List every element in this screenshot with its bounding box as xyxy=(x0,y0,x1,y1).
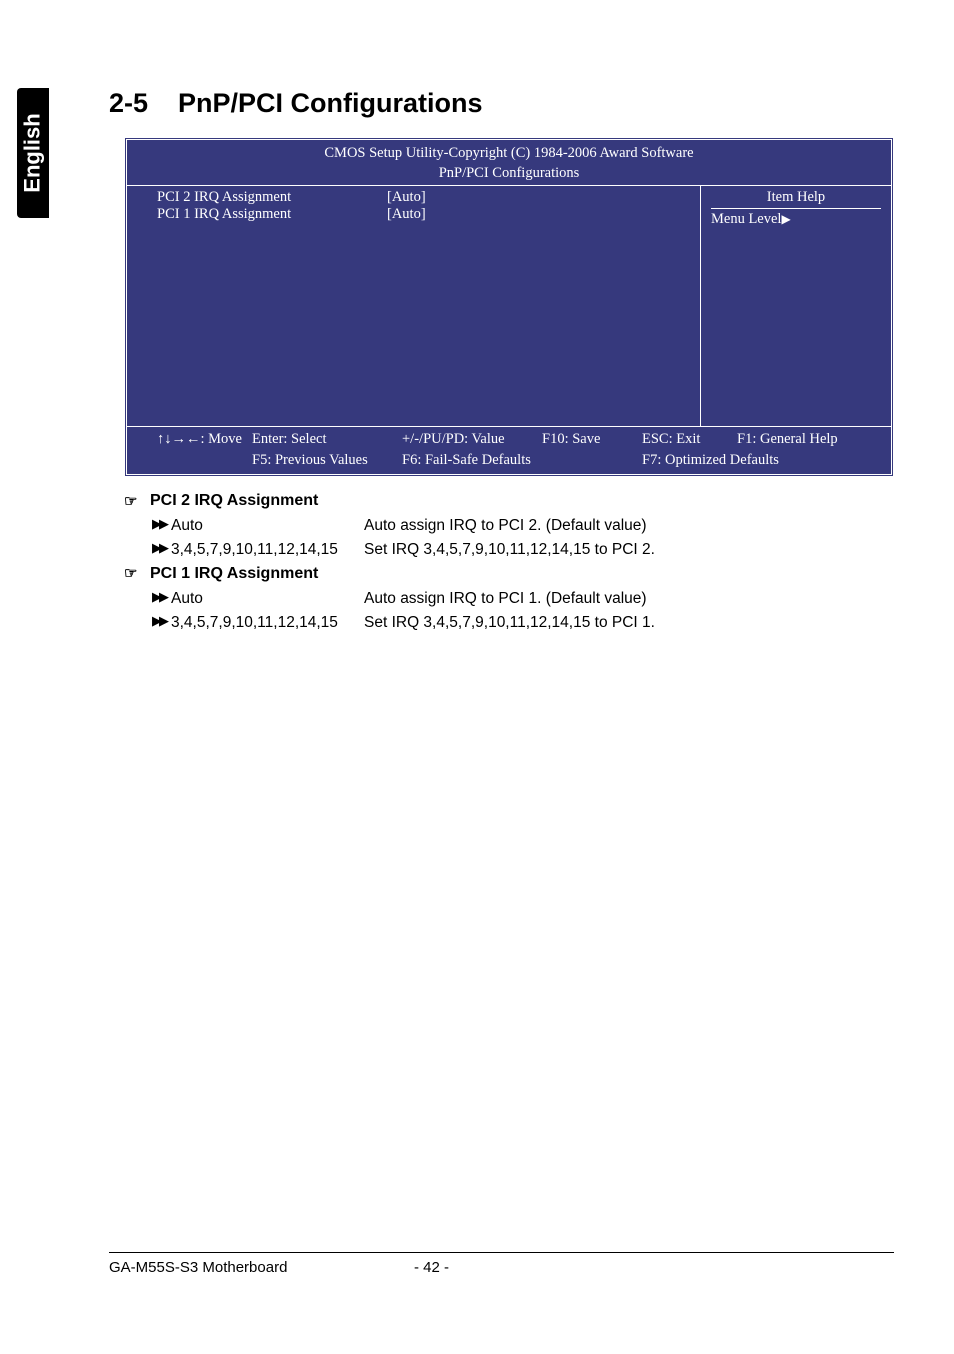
pointer-icon: ☞ xyxy=(124,566,140,582)
help-desc: Auto assign IRQ to PCI 1. (Default value… xyxy=(364,587,647,611)
bios-labels-column: PCI 2 IRQ Assignment PCI 1 IRQ Assignmen… xyxy=(157,189,387,423)
bios-key-hint xyxy=(542,451,642,471)
bios-row-value: [Auto] xyxy=(387,206,426,223)
bios-screen: CMOS Setup Utility-Copyright (C) 1984-20… xyxy=(124,137,894,477)
bios-key-hint: Enter: Select xyxy=(252,430,402,450)
help-heading: ☞ PCI 1 IRQ Assignment xyxy=(124,562,894,587)
bios-key-hint: F7: Optimized Defaults xyxy=(642,451,861,471)
section-title-text: PnP/PCI Configurations xyxy=(178,88,483,118)
double-arrow-icon: ▶▶ xyxy=(152,514,166,538)
section-heading: 2-5 PnP/PCI Configurations xyxy=(109,88,894,119)
bios-header-line2: PnP/PCI Configurations xyxy=(127,164,891,184)
bios-header: CMOS Setup Utility-Copyright (C) 1984-20… xyxy=(127,140,891,186)
help-key: ▶▶3,4,5,7,9,10,11,12,14,15 xyxy=(152,611,364,635)
bios-row-value: [Auto] xyxy=(387,189,426,206)
footer-product: GA-M55S-S3 Motherboard xyxy=(109,1259,414,1276)
bios-right-header: Item Help xyxy=(711,189,881,209)
language-tab: English xyxy=(17,88,49,218)
page-content: 2-5 PnP/PCI Configurations CMOS Setup Uti… xyxy=(109,88,894,635)
help-desc: Set IRQ 3,4,5,7,9,10,11,12,14,15 to PCI … xyxy=(364,538,655,562)
bios-key-hint: F5: Previous Values xyxy=(252,451,402,471)
page-footer: GA-M55S-S3 Motherboard - 42 - xyxy=(109,1252,894,1276)
double-arrow-icon: ▶▶ xyxy=(152,538,166,562)
help-heading: ☞ PCI 2 IRQ Assignment xyxy=(124,489,894,514)
bios-key-hint: F10: Save xyxy=(542,430,642,450)
bios-key-hint: F6: Fail-Safe Defaults xyxy=(402,451,542,471)
help-heading-text: PCI 2 IRQ Assignment xyxy=(150,489,318,514)
triangle-right-icon: ▶ xyxy=(781,212,790,226)
section-number: 2-5 xyxy=(109,88,148,118)
bios-key-hint: ESC: Exit xyxy=(642,430,737,450)
bios-row-label: PCI 1 IRQ Assignment xyxy=(157,206,387,223)
bios-values-column: [Auto] [Auto] xyxy=(387,189,426,423)
bios-header-line1: CMOS Setup Utility-Copyright (C) 1984-20… xyxy=(127,144,891,164)
help-row: ▶▶3,4,5,7,9,10,11,12,14,15 Set IRQ 3,4,5… xyxy=(152,611,894,635)
pointer-icon: ☞ xyxy=(124,494,140,510)
bios-key-hint: ↑↓→←: Move xyxy=(157,430,252,450)
help-section: ☞ PCI 2 IRQ Assignment ▶▶Auto Auto assig… xyxy=(124,489,894,635)
help-key: ▶▶3,4,5,7,9,10,11,12,14,15 xyxy=(152,538,364,562)
help-row: ▶▶Auto Auto assign IRQ to PCI 2. (Defaul… xyxy=(152,514,894,538)
bios-body: PCI 2 IRQ Assignment PCI 1 IRQ Assignmen… xyxy=(127,186,891,426)
double-arrow-icon: ▶▶ xyxy=(152,611,166,635)
bios-footer: ↑↓→←: Move Enter: Select +/-/PU/PD: Valu… xyxy=(127,426,891,474)
help-row: ▶▶Auto Auto assign IRQ to PCI 1. (Defaul… xyxy=(152,587,894,611)
help-heading-text: PCI 1 IRQ Assignment xyxy=(150,562,318,587)
bios-right-panel: Item Help Menu Level▶ xyxy=(701,186,891,426)
bios-menu-level: Menu Level▶ xyxy=(711,211,881,228)
double-arrow-icon: ▶▶ xyxy=(152,587,166,611)
help-row: ▶▶3,4,5,7,9,10,11,12,14,15 Set IRQ 3,4,5… xyxy=(152,538,894,562)
help-key: ▶▶Auto xyxy=(152,514,364,538)
help-key: ▶▶Auto xyxy=(152,587,364,611)
bios-key-hint: F1: General Help xyxy=(737,430,861,450)
help-desc: Auto assign IRQ to PCI 2. (Default value… xyxy=(364,514,647,538)
bios-left-panel: PCI 2 IRQ Assignment PCI 1 IRQ Assignmen… xyxy=(127,186,701,426)
bios-row-label: PCI 2 IRQ Assignment xyxy=(157,189,387,206)
bios-key-hint xyxy=(157,451,252,471)
language-tab-text: English xyxy=(20,113,46,192)
bios-key-hint: +/-/PU/PD: Value xyxy=(402,430,542,450)
footer-page-number: - 42 - xyxy=(414,1259,449,1276)
help-desc: Set IRQ 3,4,5,7,9,10,11,12,14,15 to PCI … xyxy=(364,611,655,635)
